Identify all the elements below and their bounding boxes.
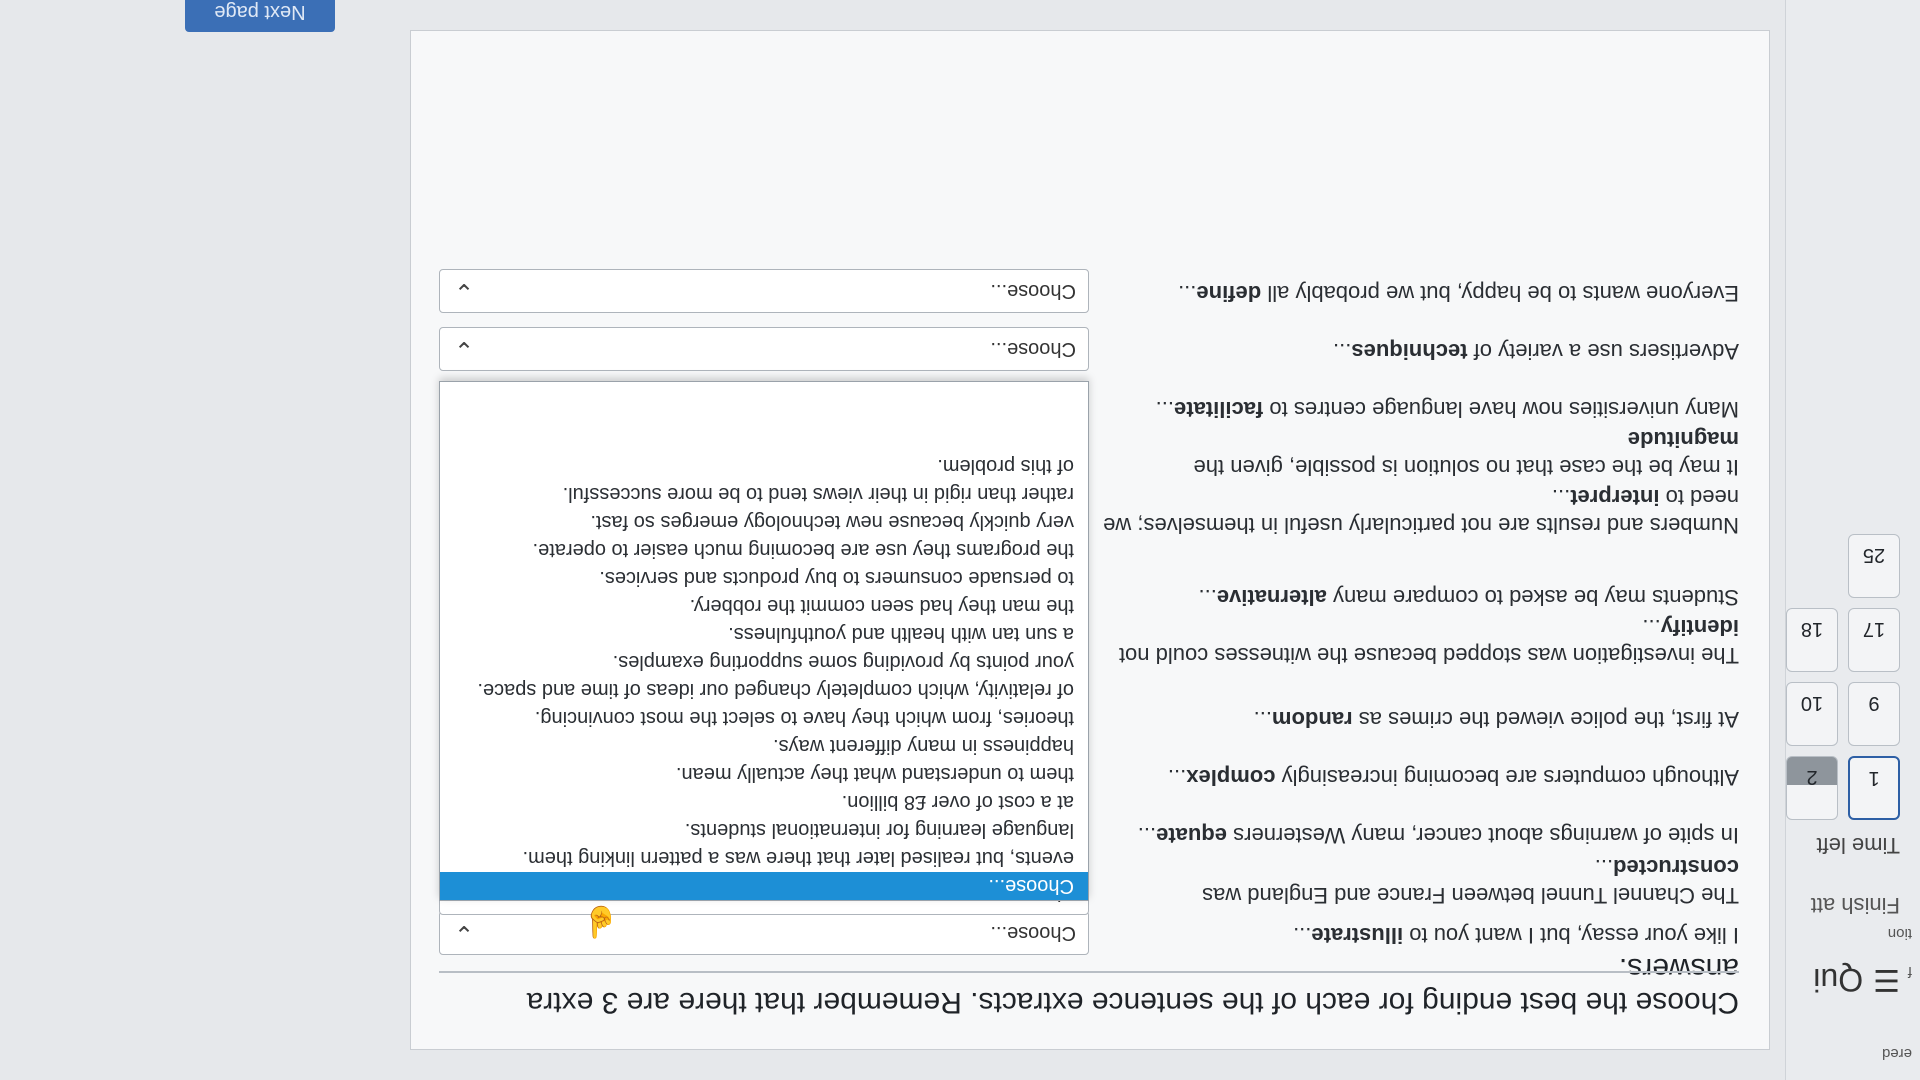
nav-fragment-text: f [1907,963,1912,980]
chevron-down-icon: ⌄ [454,336,475,363]
select-value: Choose... [990,338,1076,360]
key-word: complex [1186,765,1276,790]
answer-dropdown-list: Choose... events, but realised later that… [439,381,1089,901]
stem-ellipsis: ... [1178,281,1197,306]
dropdown-option[interactable]: very quickly because new technology emer… [440,508,1088,536]
question-nav-button[interactable]: 25 [1848,534,1900,598]
question-stem: Numbers and results are not particularly… [1099,483,1739,539]
stem-text: Advertisers use a variety of [1467,339,1739,364]
stem-ellipsis: ... [1155,397,1175,422]
stem-ellipsis: ... [1198,585,1217,610]
dropdown-option[interactable]: your points by providing some supporting… [440,648,1088,676]
question-stem: Many universities now have language cent… [1099,395,1739,423]
stem-text: Many universities now have language cent… [1263,397,1739,422]
key-word: equate [1156,823,1228,848]
quiz-page: ered f tion ☰ Qui Finish att Time left 1… [0,0,1920,1080]
time-left-label: Time left [1816,833,1900,858]
dropdown-option[interactable]: language learning for international stud… [440,816,1088,844]
dropdown-option[interactable]: them to understand what they actually me… [440,760,1088,788]
dropdown-option[interactable]: of this problem. [440,452,1088,480]
question-stem: Although computers are becoming increasi… [1099,763,1739,791]
divider [439,971,1739,973]
stem-text: I like your essay, but I want you to [1403,923,1739,948]
stem-text: In spite of warnings about cancer, many … [1227,823,1739,848]
key-word: random [1271,707,1353,732]
dropdown-option[interactable]: the programs they use are becoming much … [440,536,1088,564]
question-stem: It may be the case that no solution is p… [1099,425,1739,481]
quiz-title-text: Qui [1813,962,1864,998]
dropdown-option[interactable]: theories, from which they have to select… [440,704,1088,732]
stem-text: Although computers are becoming increasi… [1275,765,1739,790]
question-nav-button[interactable]: 1 [1848,756,1900,820]
question-row: Advertisers use a variety of techniques.… [439,323,1739,375]
dropdown-option[interactable]: a sun tan with health and youthfulness. [440,620,1088,648]
question-nav-button[interactable]: 17 [1848,608,1900,672]
nav-fragment-text: ered [1881,1045,1912,1062]
question-instruction: Choose the best ending for each of the s… [526,952,1739,1019]
select-value: Choose... [990,280,1076,302]
question-card: Choose the best ending for each of the s… [410,30,1770,1050]
question-nav-button[interactable]: 9 [1848,682,1900,746]
key-word: illustrate [1311,923,1404,948]
hand-cursor-icon: ☝ [581,905,619,938]
dropdown-option[interactable]: at a cost of over £8 billion. [440,788,1088,816]
next-page-button[interactable]: Next page [185,0,335,32]
question-stem: At first, the police viewed the crimes a… [1099,705,1739,733]
question-stem: Students may be asked to compare many al… [1099,583,1739,611]
hamburger-icon[interactable]: ☰ [1873,962,1900,997]
select-value: Choose... [990,922,1076,944]
question-nav-button[interactable]: 2 [1786,756,1838,820]
key-word: facilitate [1174,397,1264,422]
stem-ellipsis: ... [1293,923,1312,948]
key-word: techniques [1351,339,1468,364]
stem-text: The investigation was stopped because th… [1118,643,1739,668]
key-word: alternative [1216,585,1327,610]
question-stem: In spite of warnings about cancer, many … [1099,821,1739,849]
dropdown-option[interactable]: the man they had seen commit the robbery… [440,592,1088,620]
nav-fragment-text: tion [1887,925,1912,942]
answer-select[interactable]: Choose... ⌄ [439,269,1089,313]
dropdown-option[interactable]: rather than rigid in their views tend to… [440,480,1088,508]
stem-text: The Channel Tunnel between France and En… [1202,883,1739,908]
dropdown-option[interactable]: Choose... [440,872,1088,900]
stem-text: Everyone wants to be happy, but we proba… [1261,281,1739,306]
stem-text: Students may be asked to compare many [1326,585,1739,610]
question-stem: I like your essay, but I want you to ill… [1099,921,1739,949]
stem-ellipsis: ... [1333,339,1352,364]
dropdown-option[interactable]: to persuade consumers to buy products an… [440,564,1088,592]
stem-ellipsis: ... [1167,765,1187,790]
question-row: Everyone wants to be happy, but we proba… [439,265,1739,317]
chevron-down-icon: ⌄ [454,920,475,947]
question-stem: Advertisers use a variety of techniques.… [1099,337,1739,365]
dropdown-option[interactable]: events, but realised later that there wa… [440,844,1088,872]
key-word: define [1196,281,1262,306]
question-stem: The investigation was stopped because th… [1099,613,1739,669]
finish-attempt-link[interactable]: Finish att [1811,892,1900,918]
dropdown-option[interactable]: happiness in many different ways. [440,732,1088,760]
dropdown-option[interactable]: of relativity, which completely changed … [440,676,1088,704]
question-nav-button[interactable]: 18 [1786,608,1838,672]
stem-ellipsis: ... [1253,707,1272,732]
stem-text: It may be the case that no solution is p… [1193,455,1739,480]
question-stem: The Channel Tunnel between France and En… [1099,853,1739,909]
stem-text: At first, the police viewed the crimes a… [1352,707,1739,732]
answer-select[interactable]: Choose... ⌄ [439,327,1089,371]
quiz-navigation-title[interactable]: ☰ Qui [1813,961,1900,998]
chevron-down-icon: ⌄ [454,278,475,305]
question-nav-button[interactable]: 10 [1786,682,1838,746]
question-stem: Everyone wants to be happy, but we proba… [1099,279,1739,307]
stem-ellipsis: ... [1137,823,1157,848]
